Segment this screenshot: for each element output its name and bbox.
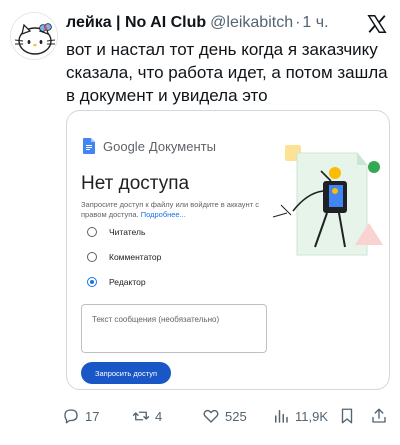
views-count: 11,9K (295, 408, 329, 424)
radio-commenter[interactable] (87, 252, 97, 262)
separator-dot: · (295, 14, 301, 31)
google-docs-header: Google Документы (83, 137, 216, 155)
reply-count: 17 (85, 408, 100, 424)
handle[interactable]: @leikabitch (210, 14, 293, 31)
more-link[interactable]: Подробнее... (141, 210, 186, 219)
tweet-text: вот и настал тот день когда я заказчику … (66, 40, 388, 105)
x-logo-icon[interactable] (366, 13, 388, 35)
page-title: Нет доступа (81, 173, 190, 194)
google-wordmark: Google (103, 138, 145, 154)
role-label: Редактор (109, 277, 146, 287)
reply-action[interactable]: 17 (62, 405, 99, 427)
views-action[interactable]: 11,9K (272, 405, 328, 427)
retweet-count: 4 (155, 408, 163, 424)
retweet-action[interactable]: 4 (132, 405, 162, 427)
role-label: Комментатор (109, 252, 162, 262)
product-name: Документы (148, 138, 216, 154)
role-option-reader[interactable]: Читатель (87, 225, 145, 239)
message-textarea[interactable]: Текст сообщения (необязательно) (81, 304, 267, 353)
like-action[interactable]: 525 (202, 405, 247, 427)
access-description: Запросите доступ к файлу или войдите в а… (81, 200, 267, 220)
avatar[interactable] (10, 12, 58, 60)
google-docs-icon (83, 138, 95, 154)
tweet-header: лейка | No AI Club @leikabitch · 1 ч. (66, 12, 364, 34)
views-bar-chart-icon (275, 410, 288, 423)
attached-image[interactable]: Google Документы Нет доступа Запросите д… (66, 110, 390, 390)
hello-kitty-avatar-icon (11, 13, 57, 59)
role-label: Читатель (109, 227, 146, 237)
tweet: лейка | No AI Club @leikabitch · 1 ч. вот и… (0, 0, 400, 445)
radio-editor[interactable] (87, 277, 97, 287)
request-access-button[interactable]: Запросить доступ (81, 362, 171, 384)
role-option-commenter[interactable]: Комментатор (87, 250, 161, 264)
retweet-icon (132, 411, 150, 421)
like-count: 525 (225, 408, 247, 424)
radio-reader[interactable] (87, 227, 97, 237)
timestamp[interactable]: 1 ч. (302, 14, 328, 31)
bookmark-action[interactable] (338, 405, 361, 427)
message-placeholder: Текст сообщения (необязательно) (92, 315, 220, 324)
locked-document-illustration (272, 145, 383, 256)
reply-icon (64, 409, 78, 424)
share-action[interactable] (370, 405, 393, 427)
role-option-editor[interactable]: Редактор (87, 275, 146, 289)
bookmark-icon (341, 408, 353, 424)
share-icon (372, 408, 386, 423)
heart-icon (203, 409, 219, 423)
tweet-actions: 17 4 525 11,9K (62, 405, 392, 427)
display-name[interactable]: лейка | No AI Club (66, 14, 206, 31)
